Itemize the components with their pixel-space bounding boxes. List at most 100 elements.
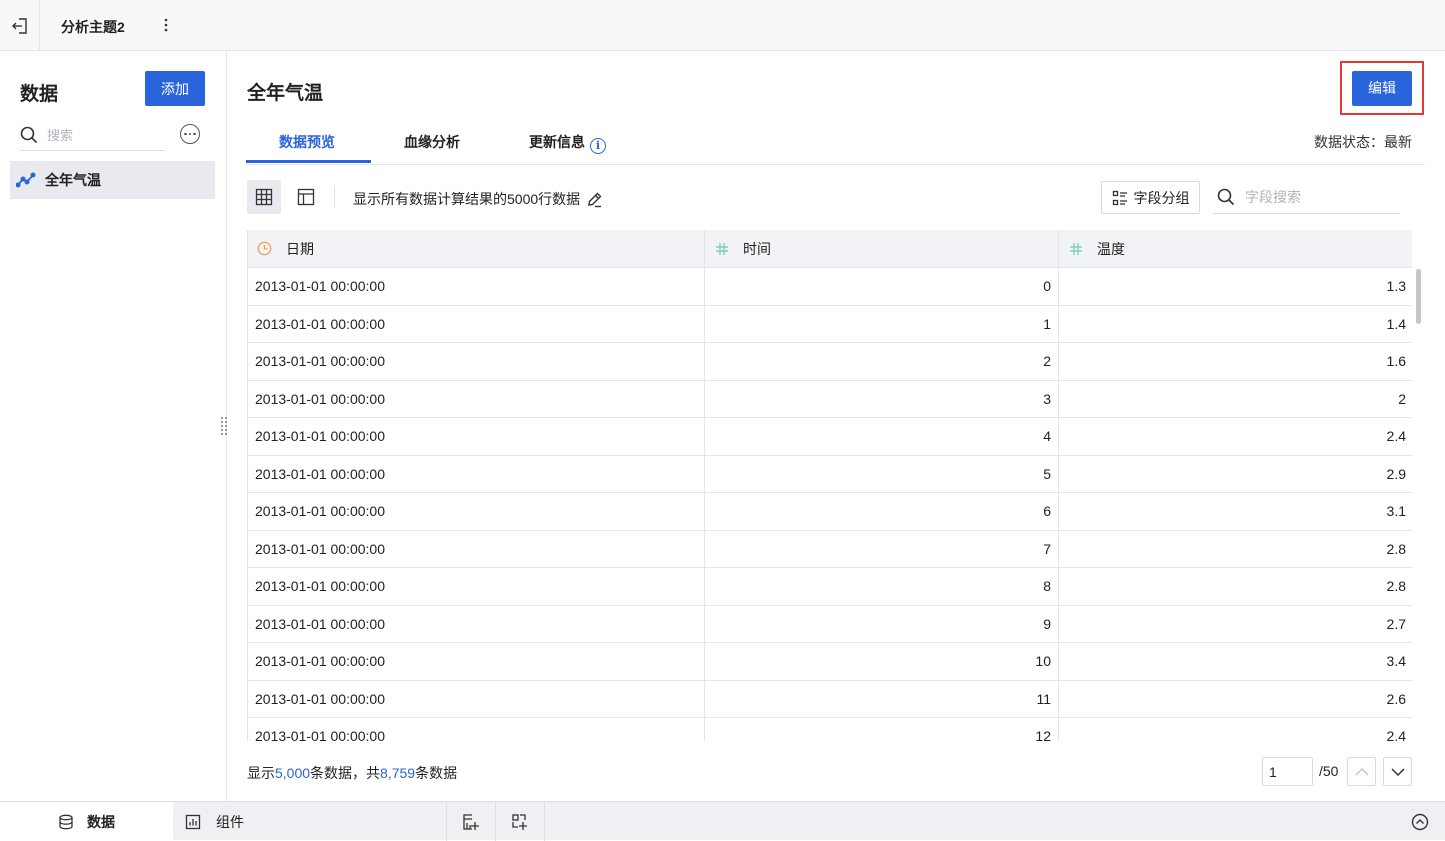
table-row: 2013-01-01 00:00:00 5 2.9: [248, 455, 1412, 493]
table-row: 2013-01-01 00:00:00 0 1.3: [248, 268, 1412, 306]
preview-info-text: 显示所有数据计算结果的5000行数据: [353, 191, 581, 207]
cell-time: 10: [705, 643, 1059, 680]
tab-update-info[interactable]: 更新信息 i: [529, 132, 606, 154]
total-count: 8,759: [380, 765, 416, 781]
table-row: 2013-01-01 00:00:00 1 1.4: [248, 305, 1412, 343]
add-component-button[interactable]: [447, 802, 495, 841]
exit-button[interactable]: [0, 0, 40, 51]
cell-temperature: 2.7: [1386, 615, 1406, 632]
more-options-icon[interactable]: [180, 124, 200, 144]
sidebar-title: 数据: [20, 84, 59, 105]
cell-date: 2013-01-01 00:00:00: [248, 305, 705, 342]
toolbar-divider: [334, 186, 335, 208]
cell-date: 2013-01-01 00:00:00: [248, 493, 705, 530]
row-count-info: 显示5,000条数据，共8,759条数据: [247, 763, 457, 783]
number-type-icon: [1069, 242, 1083, 256]
add-dashboard-button[interactable]: [496, 802, 544, 841]
row-count-suffix: 条数据: [415, 765, 458, 781]
topic-title[interactable]: 分析主题2: [61, 17, 125, 37]
tab-data-preview[interactable]: 数据预览: [279, 132, 335, 152]
cell-temperature: 3.4: [1386, 653, 1406, 670]
field-search: [1213, 181, 1400, 214]
column-header-label: 日期: [286, 240, 314, 257]
page-title: 全年气温: [247, 83, 324, 104]
field-group-button[interactable]: 字段分组: [1101, 181, 1200, 214]
cell-time: 4: [705, 418, 1059, 455]
cell-time: 2: [705, 343, 1059, 380]
sidebar-search-input[interactable]: [47, 127, 147, 143]
scrollbar-thumb[interactable]: [1416, 269, 1421, 324]
data-table: 日期 时间 温度 2013-01-01 00:00:00 0 1.3 2013-…: [247, 230, 1412, 741]
bottom-divider: [544, 802, 545, 841]
more-vertical-icon[interactable]: [158, 14, 174, 36]
next-page-button[interactable]: [1383, 757, 1412, 786]
field-group-label: 字段分组: [1133, 189, 1190, 206]
cell-temperature: 2.4: [1386, 728, 1406, 741]
cell-time: 11: [705, 680, 1059, 717]
cell-date: 2013-01-01 00:00:00: [248, 643, 705, 680]
edit-button[interactable]: 编辑: [1352, 70, 1412, 106]
search-icon: [20, 126, 38, 144]
cell-time: 1: [705, 305, 1059, 342]
field-group-icon: [1112, 190, 1127, 205]
row-count-mid: 条数据，共: [310, 765, 381, 781]
cell-temperature: 2.8: [1386, 578, 1406, 595]
page-number-input[interactable]: [1262, 757, 1313, 786]
cell-time: 3: [705, 380, 1059, 417]
column-header-label: 时间: [743, 240, 771, 257]
page-total: /50: [1319, 763, 1339, 779]
cell-date: 2013-01-01 00:00:00: [248, 718, 705, 741]
table-header: 日期 时间 温度: [248, 230, 1412, 268]
bottom-tab-components[interactable]: 组件: [173, 802, 446, 841]
table-row: 2013-01-01 00:00:00 12 2.4: [248, 718, 1412, 741]
cell-date: 2013-01-01 00:00:00: [248, 343, 705, 380]
cell-date: 2013-01-01 00:00:00: [248, 680, 705, 717]
active-tab-indicator: [246, 160, 371, 163]
layout-view-button[interactable]: [289, 180, 323, 214]
table-row: 2013-01-01 00:00:00 2 1.6: [248, 343, 1412, 381]
table-row: 2013-01-01 00:00:00 4 2.4: [248, 418, 1412, 456]
grid-view-button[interactable]: [247, 180, 281, 214]
table-row: 2013-01-01 00:00:00 9 2.7: [248, 605, 1412, 643]
line-chart-icon: [16, 172, 36, 188]
column-header-date[interactable]: 日期: [248, 230, 705, 267]
table-row: 2013-01-01 00:00:00 8 2.8: [248, 568, 1412, 606]
prev-page-button[interactable]: [1347, 757, 1376, 786]
column-header-time[interactable]: 时间: [705, 230, 1059, 267]
sidebar-item-dataset[interactable]: 全年气温: [10, 161, 215, 199]
cell-time: 8: [705, 568, 1059, 605]
add-chart-icon: [463, 813, 479, 830]
number-type-icon: [715, 242, 729, 256]
cell-temperature: 3.1: [1386, 503, 1406, 520]
cell-date: 2013-01-01 00:00:00: [248, 605, 705, 642]
table-row: 2013-01-01 00:00:00 11 2.6: [248, 680, 1412, 718]
info-icon[interactable]: i: [590, 137, 606, 154]
table-row: 2013-01-01 00:00:00 3 2: [248, 380, 1412, 418]
pencil-icon[interactable]: [586, 191, 603, 208]
field-search-input[interactable]: [1245, 189, 1395, 205]
cell-time: 12: [705, 718, 1059, 741]
cell-date: 2013-01-01 00:00:00: [248, 455, 705, 492]
preview-info: 显示所有数据计算结果的5000行数据: [353, 189, 603, 209]
cell-date: 2013-01-01 00:00:00: [248, 530, 705, 567]
table-scrollbar[interactable]: [1414, 267, 1423, 741]
tab-lineage-analysis[interactable]: 血缘分析: [404, 132, 460, 152]
sidebar-resize-handle[interactable]: [221, 417, 227, 435]
table-row: 2013-01-01 00:00:00 10 3.4: [248, 643, 1412, 681]
cell-date: 2013-01-01 00:00:00: [248, 418, 705, 455]
bottom-tab-components-label: 组件: [216, 813, 244, 830]
table-row: 2013-01-01 00:00:00 7 2.8: [248, 530, 1412, 568]
edit-highlight: 编辑: [1340, 61, 1424, 115]
cell-time: 7: [705, 530, 1059, 567]
add-button[interactable]: 添加: [145, 71, 205, 106]
chevron-down-icon: [1390, 767, 1405, 776]
tab-bar: 数据预览 血缘分析 更新信息 i 数据状态：最新: [246, 116, 1425, 165]
column-header-temperature[interactable]: 温度: [1059, 230, 1412, 267]
bottom-tab-data[interactable]: 数据: [0, 802, 173, 841]
chevron-up-circle-icon: [1411, 813, 1429, 830]
collapse-panel-button[interactable]: [1405, 802, 1435, 841]
table-row: 2013-01-01 00:00:00 6 3.1: [248, 493, 1412, 531]
chevron-up-icon: [1354, 767, 1369, 776]
search-icon: [1217, 188, 1235, 206]
column-header-label: 温度: [1097, 240, 1125, 257]
